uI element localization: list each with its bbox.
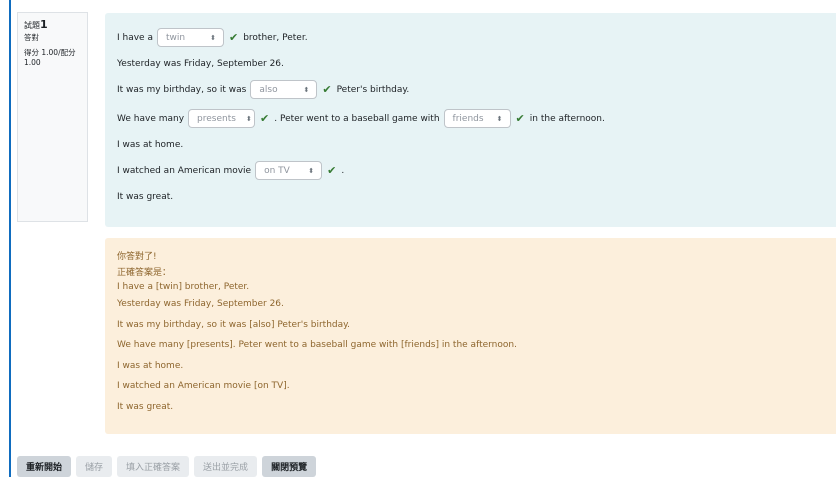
question-info-panel: 試題1 答對 得分 1.00/配分 1.00 [17,12,88,222]
answer-line: It was my birthday, so it was [also] Pet… [117,319,351,330]
answer-select-also[interactable]: also ⬍ [250,80,318,99]
question-number: 試題1 [24,18,81,33]
sentence-text: Peter's birthday. [336,84,410,95]
answer-select-friends[interactable]: friends ⬍ [443,109,511,128]
correct-message: 你答對了! [117,252,157,262]
preview-controls: 重新開始 儲存 填入正確答案 送出並完成 關閉預覽 [17,456,317,477]
answer-line: It was great. [117,401,174,412]
sentence-4: We have many presents ⬍ ✔ . Peter went to… [117,104,833,133]
sentence-1: I have a twin ⬍ ✔ brother, Peter. [117,23,833,52]
answer-line: I was at home. [117,360,184,371]
sentence-text: It was my birthday, so it was [117,84,247,95]
select-caret-icon: ⬍ [210,33,216,42]
restart-button[interactable]: 重新開始 [17,456,72,477]
select-value: presents [197,113,236,124]
sentence-text: brother, Peter. [243,32,308,43]
select-caret-icon: ⬍ [308,166,315,175]
question-label: 試題 [24,21,40,30]
sentence-text: . [341,165,345,176]
select-value: on TV [264,165,290,176]
sentence-7: It was great. [117,185,833,208]
sentence-text: Yesterday was Friday, September 26. [117,58,284,69]
sentence-text: I have a [117,32,153,43]
answer-select-on-tv[interactable]: on TV ⬍ [255,161,323,180]
sentence-6: I watched an American movie on TV ⬍ ✔ . [117,156,833,185]
save-button[interactable]: 儲存 [76,456,113,477]
question-state: 答對 [24,32,39,42]
answer-select-presents[interactable]: presents ⬍ [188,109,256,128]
select-caret-icon: ⬍ [303,85,310,94]
close-preview-button[interactable]: 關閉預覽 [262,456,317,477]
question-mark: 得分 1.00/配分 1.00 [24,47,76,68]
question-text-panel: I have a twin ⬍ ✔ brother, Peter. Yesterd… [105,13,836,227]
select-caret-icon: ⬍ [496,114,503,123]
question-number-value: 1 [40,18,48,31]
answer-line: Yesterday was Friday, September 26. [117,299,284,310]
correct-check-icon: ✔ [515,112,525,125]
select-value: twin [165,32,186,43]
correct-check-icon: ✔ [228,31,239,44]
answer-line: We have many [presents]. Peter went to a… [117,340,517,351]
select-value: friends [452,113,484,124]
sentence-text: I was at home. [117,139,184,150]
select-value: also [259,84,278,95]
sentence-text: We have many [117,113,185,124]
sentence-3: It was my birthday, so it was also ⬍ ✔ Pe… [117,75,833,104]
sentence-text: in the afternoon. [529,113,605,124]
correct-check-icon: ✔ [327,164,337,177]
sentence-text: It was great. [117,191,174,202]
answer-line: I watched an American movie [on TV]. [117,381,290,392]
page-left-border [9,0,11,477]
fill-correct-button[interactable]: 填入正確答案 [117,456,190,477]
sentence-text: . Peter went to a baseball game with [274,113,440,124]
answer-select-twin[interactable]: twin ⬍ [156,28,224,47]
sentence-5: I was at home. [117,133,833,156]
correct-check-icon: ✔ [260,112,270,125]
feedback-panel: 你答對了! 正確答案是： I have a [twin] brother, Pe… [105,238,836,434]
correct-check-icon: ✔ [322,83,332,96]
sentence-2: Yesterday was Friday, September 26. [117,52,833,75]
sentence-text: I watched an American movie [117,165,252,176]
submit-finish-button[interactable]: 送出並完成 [194,456,258,477]
answer-line: I have a [twin] brother, Peter. [117,281,250,292]
correct-answer-header: 正確答案是： [117,267,172,278]
select-caret-icon: ⬍ [245,114,252,123]
